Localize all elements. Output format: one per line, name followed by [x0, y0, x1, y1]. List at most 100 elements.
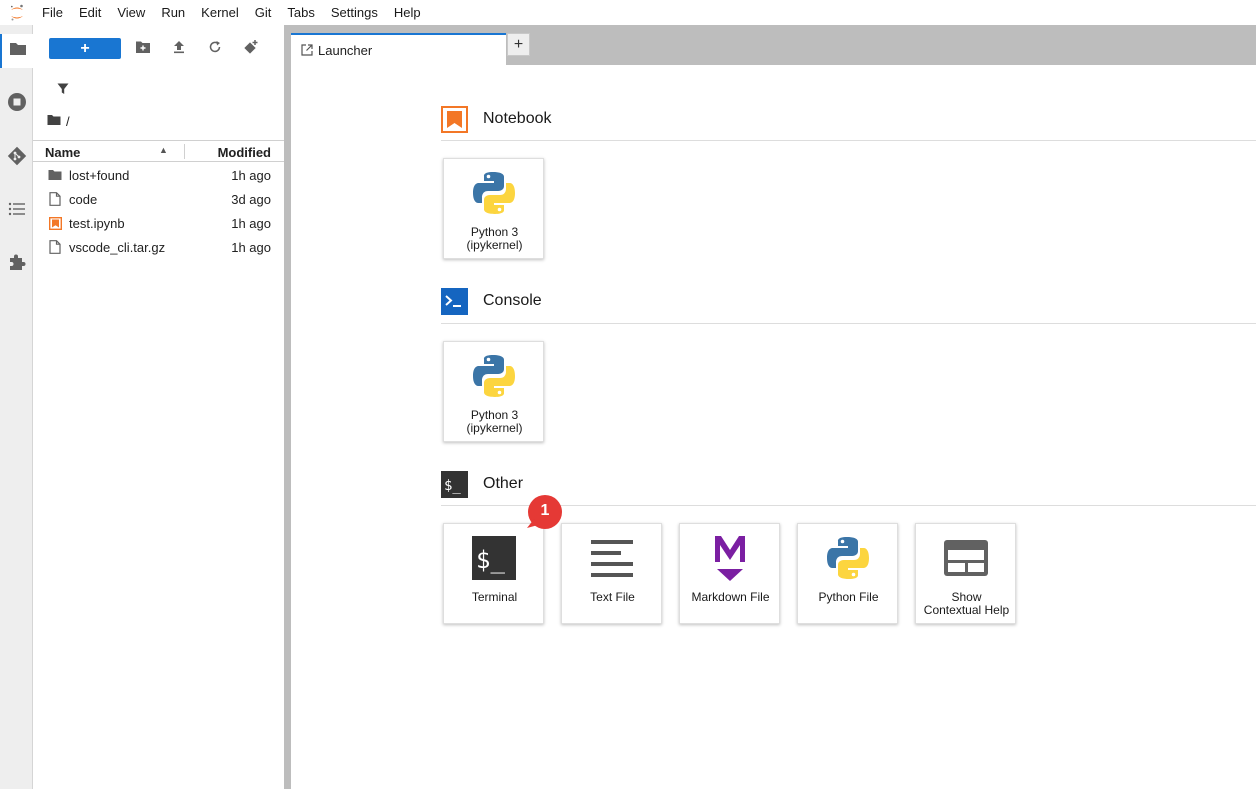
other-section-header: $_ Other [441, 471, 1256, 499]
file-name: test.ipynb [69, 216, 125, 231]
card-label-line2: (ipykernel) [466, 238, 523, 252]
python-file-card[interactable]: Python File [797, 523, 898, 624]
file-name: vscode_cli.tar.gz [69, 240, 166, 255]
card-label-line2: (ipykernel) [466, 421, 523, 435]
card-label: Python 3 (ipykernel) [444, 409, 545, 435]
running-icon [7, 92, 27, 117]
tab-launcher-label: Launcher [318, 42, 373, 58]
column-modified-header[interactable]: Modified [218, 145, 271, 160]
file-browser-tab-button[interactable] [0, 34, 33, 68]
file-row-lost-found[interactable]: lost+found 1h ago [33, 163, 284, 187]
python-logo-icon [470, 169, 518, 217]
menu-view[interactable]: View [109, 0, 153, 25]
card-label: Markdown File [680, 591, 781, 604]
file-list-header: Name ▲ Modified [33, 140, 284, 162]
other-section-title: Other [483, 475, 524, 492]
menu-help[interactable]: Help [386, 0, 429, 25]
tab-bar: Launcher + [291, 25, 1256, 65]
card-label: Show Contextual Help [916, 591, 1017, 617]
notebook-icon [441, 106, 468, 133]
new-launcher-button[interactable]: + [49, 38, 121, 59]
file-browser-toolbar: + [33, 37, 284, 61]
section-divider [441, 505, 1256, 506]
breadcrumb: / [47, 112, 70, 130]
main-dock-area: Launcher + Notebook Python 3 (ipykernel)… [291, 25, 1256, 789]
svg-text:$_: $_ [476, 546, 505, 574]
refresh-button[interactable] [205, 39, 225, 59]
running-sessions-tab-button[interactable] [0, 87, 33, 121]
file-row-test-ipynb[interactable]: test.ipynb 1h ago [33, 211, 284, 235]
file-modified: 1h ago [231, 240, 271, 255]
filter-icon [57, 82, 69, 100]
svg-text:$_: $_ [444, 478, 461, 494]
menu-file[interactable]: File [34, 0, 71, 25]
card-label-line2: Contextual Help [923, 603, 1010, 617]
terminal-card[interactable]: $_ Terminal [443, 523, 544, 624]
console-python3-card[interactable]: Python 3 (ipykernel) [443, 341, 544, 442]
notification-badge: 1 [524, 495, 562, 531]
text-file-card[interactable]: Text File [561, 523, 662, 624]
panel-splitter[interactable] [284, 25, 291, 789]
file-browser-panel: + / Name ▲ Modified lost+found 1h ago co… [33, 25, 284, 789]
python-logo-icon [470, 352, 518, 400]
console-section-header: Console [441, 288, 1256, 316]
column-name-header[interactable]: Name [45, 145, 80, 160]
tab-launcher[interactable]: Launcher [291, 33, 506, 65]
file-icon [47, 191, 63, 207]
menu-run[interactable]: Run [153, 0, 193, 25]
table-of-contents-tab-button[interactable] [0, 194, 33, 228]
new-launcher-label: + [80, 39, 90, 57]
filter-files-button[interactable] [53, 81, 73, 101]
menu-edit[interactable]: Edit [71, 0, 109, 25]
file-icon [47, 239, 63, 255]
show-contextual-help-card[interactable]: Show Contextual Help [915, 523, 1016, 624]
file-name: code [69, 192, 98, 207]
menu-tabs[interactable]: Tabs [279, 0, 322, 25]
sort-ascending-icon: ▲ [159, 145, 168, 155]
terminal-section-icon: $_ [441, 471, 468, 498]
menu-git[interactable]: Git [247, 0, 280, 25]
new-folder-button[interactable] [133, 39, 153, 59]
card-label: Terminal [444, 591, 545, 604]
add-icon: + [513, 35, 524, 53]
section-divider [441, 140, 1256, 141]
jupyterlab-window: File Edit View Run Kernel Git Tabs Setti… [0, 0, 1256, 789]
git-clone-button[interactable] [241, 39, 261, 59]
notebook-section-header: Notebook [441, 106, 1256, 134]
card-label-line1: Terminal [471, 590, 518, 604]
new-folder-icon [135, 40, 151, 59]
notification-badge-count: 1 [540, 502, 550, 519]
text-file-icon [588, 534, 636, 582]
notebook-python3-card[interactable]: Python 3 (ipykernel) [443, 158, 544, 259]
notebook-section-title: Notebook [483, 110, 552, 127]
git-tab-button[interactable] [0, 141, 33, 175]
new-tab-button[interactable]: + [507, 33, 530, 56]
breadcrumb-root[interactable]: / [66, 114, 70, 129]
file-row-code[interactable]: code 3d ago [33, 187, 284, 211]
terminal-icon: $_ [470, 534, 518, 582]
git-icon [7, 146, 27, 171]
upload-icon [172, 40, 186, 59]
markdown-icon [706, 534, 754, 582]
menu-bar: File Edit View Run Kernel Git Tabs Setti… [0, 0, 1256, 25]
card-label: Text File [562, 591, 663, 604]
card-label: Python 3 (ipykernel) [444, 226, 545, 252]
upload-button[interactable] [169, 39, 189, 59]
notebook-file-icon [47, 215, 63, 231]
home-folder-icon[interactable] [47, 114, 61, 129]
extension-manager-tab-button[interactable] [0, 247, 33, 281]
file-name: lost+found [69, 168, 130, 183]
card-label-line1: Markdown File [691, 590, 770, 604]
card-label: Python File [798, 591, 899, 604]
git-clone-icon [243, 39, 259, 60]
menu-settings[interactable]: Settings [323, 0, 386, 25]
contextual-help-icon [942, 534, 990, 582]
file-row-vscode-cli[interactable]: vscode_cli.tar.gz 1h ago [33, 235, 284, 259]
markdown-file-card[interactable]: Markdown File [679, 523, 780, 624]
folder-icon [9, 41, 27, 62]
menu-kernel[interactable]: Kernel [193, 0, 247, 25]
card-label-line1: Python File [818, 590, 879, 604]
folder-icon [47, 167, 63, 183]
file-modified: 1h ago [231, 168, 271, 183]
file-modified: 1h ago [231, 216, 271, 231]
